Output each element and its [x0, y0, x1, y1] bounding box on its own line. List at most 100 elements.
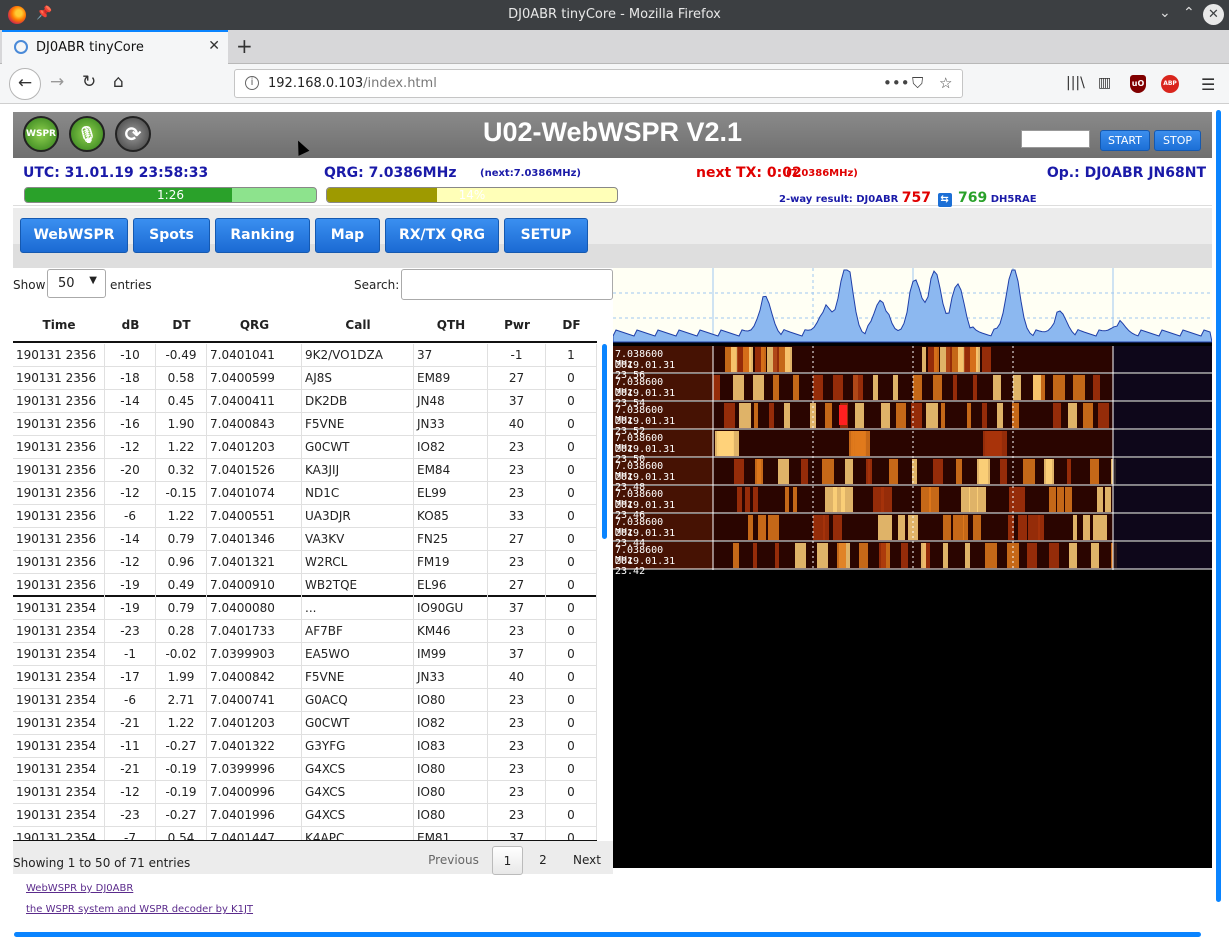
home-icon[interactable]: ⌂ — [113, 72, 124, 92]
table-row[interactable]: 190131 2356 -16 1.90 7.0400843 F5VNE JN33 40 0 — [13, 413, 597, 436]
show-label: Show — [13, 278, 46, 292]
table-cell: -21 — [105, 712, 156, 735]
table-row[interactable]: 190131 2354 -23 -0.27 7.0401996 G4XCS IO80 23 0 — [13, 804, 597, 827]
table-row[interactable]: 190131 2356 -14 0.79 7.0401346 VA3KV FN25 27 0 — [13, 528, 597, 551]
page-horizontal-scrollbar[interactable] — [14, 932, 1201, 937]
table-row[interactable]: 190131 2354 -21 1.22 7.0401203 G0CWT IO82 23 0 — [13, 712, 597, 735]
forward-arrow-icon[interactable]: → — [50, 72, 64, 92]
page-vertical-scrollbar[interactable] — [1216, 110, 1221, 902]
tab-close-icon[interactable]: ✕ — [208, 38, 220, 54]
table-row[interactable]: 190131 2356 -10 -0.49 7.0401041 9K2/VO1DZA 37… — [13, 344, 597, 367]
waterfall-signal — [1083, 403, 1093, 428]
table-row[interactable]: 190131 2354 -7 0.54 7.0401447 K4APC EM81 37 0 — [13, 827, 597, 840]
swap-icon[interactable]: ⇆ — [937, 193, 952, 207]
pagination-next[interactable]: Next — [571, 846, 603, 875]
hamburger-menu-icon[interactable]: ☰ — [1201, 75, 1215, 94]
waterfall-signal — [758, 515, 766, 540]
waterfall-signal — [761, 347, 766, 372]
table-scrollbar[interactable] — [602, 344, 607, 539]
start-button[interactable]: START — [1100, 130, 1150, 151]
column-header-3[interactable]: QRG — [207, 318, 302, 332]
table-cell: -6 — [105, 689, 156, 712]
table-cell: 190131 2354 — [13, 620, 105, 643]
table-row[interactable]: 190131 2356 -12 1.22 7.0401203 G0CWT IO82 23 0 — [13, 436, 597, 459]
table-row[interactable]: 190131 2356 -12 0.96 7.0401321 W2RCL FM19 23 0 — [13, 551, 597, 574]
waterfall-signal — [956, 459, 962, 484]
page-actions-icon[interactable]: ••• — [883, 74, 910, 92]
table-row[interactable]: 190131 2354 -12 -0.19 7.0400996 G4XCS IO80 23 0 — [13, 781, 597, 804]
library-icon[interactable]: |||\ — [1066, 75, 1085, 91]
menu-rxtx-qrg-button[interactable]: RX/TX QRG — [385, 218, 499, 253]
table-row[interactable]: 190131 2356 -6 1.22 7.0400551 UA3DJR KO85 33 0 — [13, 505, 597, 528]
table-cell: IM99 — [414, 643, 488, 666]
column-header-2[interactable]: DT — [156, 318, 207, 332]
column-header-1[interactable]: dB — [105, 318, 156, 332]
site-info-icon[interactable]: i — [245, 76, 259, 90]
table-row[interactable]: 190131 2356 -12 -0.15 7.0401074 ND1C EL99 23 0 — [13, 482, 597, 505]
column-header-5[interactable]: QTH — [414, 318, 488, 332]
url-bar[interactable]: i 192.168.0.103/index.html ••• ⛉ ☆ — [234, 69, 963, 98]
menu-spots-button[interactable]: Spots — [133, 218, 210, 253]
table-cell: 190131 2354 — [13, 712, 105, 735]
waterfall-signal — [898, 515, 905, 540]
table-row[interactable]: 190131 2354 -19 0.79 7.0400080... IO90GU 37 0 — [13, 597, 597, 620]
callsign-input[interactable] — [1021, 130, 1090, 148]
table-cell: 37 — [414, 344, 488, 367]
table-row[interactable]: 190131 2354 -11 -0.27 7.0401322 G3YFG IO83 23 0 — [13, 735, 597, 758]
table-row[interactable]: 190131 2356 -20 0.32 7.0401526 KA3JIJ EM84 23 0 — [13, 459, 597, 482]
table-row[interactable]: 190131 2356 -18 0.58 7.0400599 AJ8S EM89 27 0 — [13, 367, 597, 390]
bookmark-star-icon[interactable]: ☆ — [939, 74, 952, 92]
sidebar-icon[interactable]: ▥ — [1098, 75, 1111, 91]
pocket-icon[interactable]: ⛉ — [912, 74, 923, 92]
menu-webwspr-button[interactable]: WebWSPR — [20, 218, 128, 253]
waterfall-signal — [859, 543, 868, 568]
pagination-page-1[interactable]: 1 — [492, 846, 523, 875]
pagination-page-2[interactable]: 2 — [534, 846, 552, 875]
menu-setup-button[interactable]: SETUP — [504, 218, 588, 253]
column-header-4[interactable]: Call — [302, 318, 414, 332]
table-row[interactable]: 190131 2354 -21 -0.19 7.0399996 G4XCS IO80 23 0 — [13, 758, 597, 781]
back-arrow-icon[interactable]: ← — [9, 68, 41, 100]
table-row[interactable]: 190131 2356 -14 0.45 7.0400411 DK2DB JN48 37 0 — [13, 390, 597, 413]
link-webwspr[interactable]: WebWSPR by DJ0ABR — [26, 883, 133, 894]
waterfall-signal — [749, 347, 753, 372]
search-input[interactable] — [401, 269, 613, 300]
table-cell: 7.0401733 — [207, 620, 302, 643]
ublock-icon[interactable]: uO — [1130, 75, 1146, 93]
link-wspr-k1jt[interactable]: the WSPR system and WSPR decoder by K1JT — [26, 904, 253, 915]
table-cell: 23 — [488, 482, 546, 505]
waterfall-signal — [833, 375, 843, 400]
table-row[interactable]: 190131 2354 -6 2.71 7.0400741 G0ACQ IO80 23 0 — [13, 689, 597, 712]
close-window-icon[interactable]: ✕ — [1203, 4, 1224, 25]
table-row[interactable]: 190131 2354 -1 -0.02 7.0399903 EA5WO IM99 37 0 — [13, 643, 597, 666]
entries-select[interactable]: 50 ▼ — [47, 269, 106, 298]
table-cell: 190131 2354 — [13, 758, 105, 781]
adblock-plus-icon[interactable]: ABP — [1161, 75, 1179, 93]
column-header-0[interactable]: Time — [13, 318, 105, 332]
menu-map-button[interactable]: Map — [315, 218, 380, 253]
tab-dj0abr[interactable]: DJ0ABR tinyCore ✕ — [2, 30, 228, 64]
column-header-6[interactable]: Pwr — [488, 318, 546, 332]
table-cell: ... — [302, 597, 414, 620]
table-row[interactable]: 190131 2354 -23 0.28 7.0401733 AF7BF KM46 23 0 — [13, 620, 597, 643]
table-cell: W2RCL — [302, 551, 414, 574]
table-cell: KM46 — [414, 620, 488, 643]
table-cell: -12 — [105, 551, 156, 574]
minimize-icon[interactable]: ⌄ — [1159, 5, 1171, 21]
waterfall-signal — [825, 487, 837, 512]
waterfall-signal — [921, 487, 931, 512]
pagination-previous[interactable]: Previous — [427, 846, 480, 875]
table-row[interactable]: 190131 2354 -17 1.99 7.0400842 F5VNE JN33 40 0 — [13, 666, 597, 689]
new-tab-icon[interactable]: + — [236, 34, 253, 58]
maximize-icon[interactable]: ⌃ — [1183, 5, 1195, 21]
table-cell: 7.0401203 — [207, 712, 302, 735]
stop-button[interactable]: STOP — [1154, 130, 1201, 151]
table-cell: F5VNE — [302, 413, 414, 436]
table-cell: G4XCS — [302, 781, 414, 804]
table-row[interactable]: 190131 2356 -19 0.49 7.0400910 WB2TQE EL96 27 0 — [13, 574, 597, 597]
menu-ranking-button[interactable]: Ranking — [215, 218, 310, 253]
reload-icon[interactable]: ↻ — [82, 72, 96, 92]
url-text[interactable]: 192.168.0.103/index.html — [268, 76, 437, 91]
table-cell: FM19 — [414, 551, 488, 574]
column-header-7[interactable]: DF — [546, 318, 597, 332]
